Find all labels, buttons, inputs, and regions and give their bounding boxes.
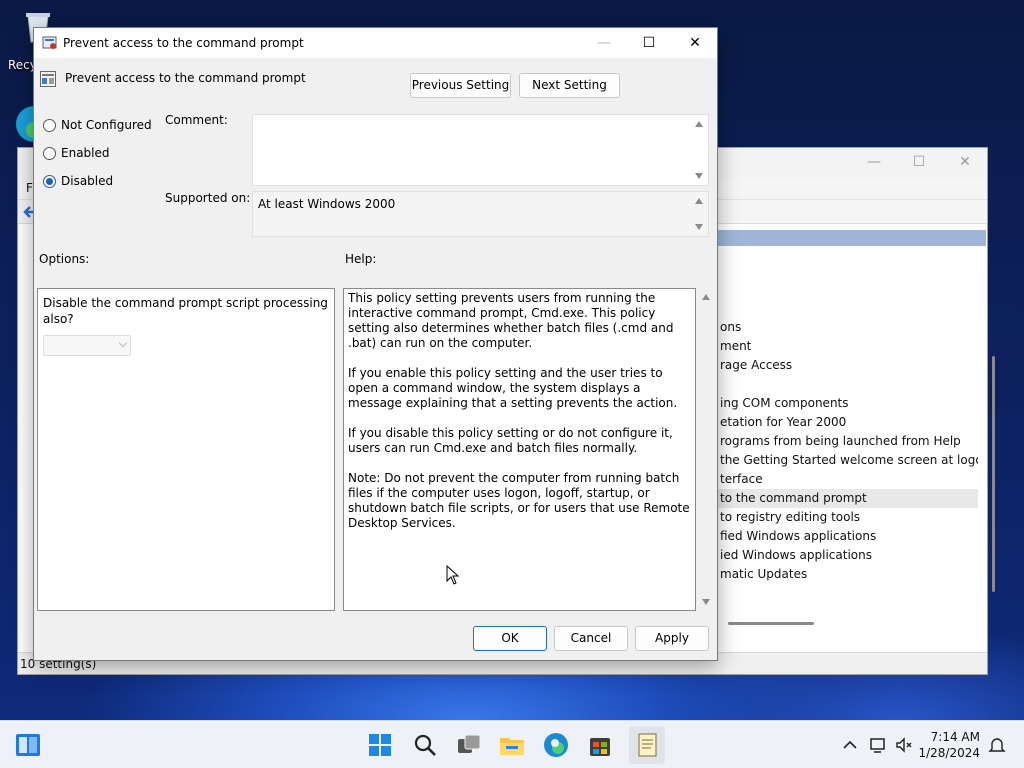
cancel-button[interactable]: Cancel	[554, 626, 628, 651]
help-paragraph: Note: Do not prevent the computer from r…	[348, 471, 690, 530]
comment-scrollbar[interactable]	[691, 115, 708, 185]
dialog-title-bar: Prevent access to the command prompt — ☐…	[34, 28, 717, 58]
apply-button[interactable]: Apply	[635, 626, 709, 651]
list-item[interactable]: to registry editing tools	[718, 508, 978, 527]
script-processing-dropdown[interactable]	[43, 335, 131, 356]
help-paragraph: This policy setting prevents users from …	[348, 291, 674, 350]
help-paragraph: If you enable this policy setting and th…	[348, 366, 678, 410]
radio-label: Disabled	[61, 174, 114, 188]
options-panel: Disable the command prompt script proces…	[37, 288, 335, 611]
radio-circle-selected[interactable]	[43, 174, 56, 188]
vertical-scrollbar[interactable]	[992, 356, 995, 592]
task-view-icon[interactable]	[455, 731, 483, 759]
chevron-down-icon	[118, 338, 128, 348]
mouse-cursor-icon	[446, 565, 460, 585]
radio-label: Not Configured	[61, 118, 152, 132]
menu-file[interactable]: F	[26, 181, 33, 195]
list-item[interactable]	[718, 375, 978, 394]
clock-time: 7:14 AM	[930, 730, 980, 744]
notifications-icon[interactable]	[987, 735, 1007, 755]
minimize-button[interactable]: —	[589, 33, 619, 53]
close-button[interactable]: ✕	[680, 33, 710, 53]
radio-disabled[interactable]: Disabled	[43, 172, 113, 190]
setting-title: Prevent access to the command prompt	[65, 71, 306, 85]
help-text: This policy setting prevents users from …	[348, 291, 692, 546]
scroll-up-icon[interactable]	[695, 121, 703, 127]
list-item[interactable]: terface	[718, 470, 978, 489]
selected-category-header	[718, 230, 986, 246]
settings-list: ons ment rage Access ing COM components …	[718, 318, 978, 584]
scroll-down-icon[interactable]	[695, 173, 703, 179]
minimize-button[interactable]: —	[864, 154, 884, 172]
maximize-button[interactable]: ☐	[909, 154, 929, 172]
list-item[interactable]: matic Updates	[718, 565, 978, 584]
file-explorer-icon[interactable]	[498, 731, 526, 759]
maximize-button[interactable]: ☐	[634, 33, 664, 53]
volume-muted-icon[interactable]	[894, 735, 914, 755]
radio-circle[interactable]	[43, 118, 56, 132]
list-item[interactable]: ment	[718, 337, 978, 356]
list-item[interactable]: the Getting Started welcome screen at lo…	[718, 451, 978, 470]
scroll-up-icon[interactable]	[695, 198, 703, 204]
scroll-down-icon[interactable]	[695, 224, 703, 230]
radio-not-configured[interactable]: Not Configured	[43, 116, 152, 134]
help-label: Help:	[345, 252, 377, 266]
previous-setting-button[interactable]: Previous Setting	[410, 73, 511, 98]
help-paragraph: If you disable this policy setting or do…	[348, 426, 673, 455]
comment-label: Comment:	[165, 113, 228, 127]
comment-field[interactable]	[252, 114, 709, 186]
list-item-selected[interactable]: to the command prompt	[718, 489, 978, 508]
help-scrollbar[interactable]	[698, 288, 715, 611]
widgets-icon[interactable]	[14, 731, 42, 759]
ok-button[interactable]: OK	[473, 626, 547, 651]
notepad-icon[interactable]	[633, 731, 661, 759]
supported-scrollbar[interactable]	[691, 192, 708, 236]
clock-date: 1/28/2024	[918, 746, 980, 760]
options-label: Options:	[39, 252, 90, 266]
list-item[interactable]: rage Access	[718, 356, 978, 375]
list-item[interactable]: ons	[718, 318, 978, 337]
policy-setting-dialog: Prevent access to the command prompt — ☐…	[33, 27, 718, 661]
dialog-title: Prevent access to the command prompt	[63, 36, 304, 50]
supported-on-label: Supported on:	[165, 191, 251, 205]
taskbar: 7:14 AM 1/28/2024	[0, 720, 1024, 768]
list-item[interactable]: ied Windows applications	[718, 546, 978, 565]
radio-circle[interactable]	[43, 146, 56, 160]
list-item[interactable]: etation for Year 2000	[718, 413, 978, 432]
help-panel: This policy setting prevents users from …	[343, 288, 696, 611]
list-item[interactable]: fied Windows applications	[718, 527, 978, 546]
radio-enabled[interactable]: Enabled	[43, 144, 110, 162]
list-item[interactable]: ing COM components	[718, 394, 978, 413]
supported-on-field: At least Windows 2000	[252, 191, 709, 237]
policy-icon	[42, 36, 57, 49]
scroll-down-icon[interactable]	[702, 599, 710, 605]
radio-label: Enabled	[61, 146, 110, 160]
horizontal-scrollbar[interactable]	[728, 622, 814, 625]
chevron-up-icon[interactable]	[840, 735, 860, 755]
close-button[interactable]: ✕	[955, 154, 975, 172]
network-icon[interactable]	[868, 735, 888, 755]
setting-icon	[40, 71, 56, 87]
scroll-up-icon[interactable]	[702, 294, 710, 300]
next-setting-button[interactable]: Next Setting	[519, 73, 620, 98]
start-icon[interactable]	[366, 731, 394, 759]
search-icon[interactable]	[411, 731, 439, 759]
supported-on-value: At least Windows 2000	[258, 197, 396, 211]
store-icon[interactable]	[586, 731, 614, 759]
edge-icon[interactable]	[542, 731, 570, 759]
system-clock[interactable]: 7:14 AM 1/28/2024	[918, 729, 980, 761]
options-text: Disable the command prompt script proces…	[43, 296, 328, 326]
list-item[interactable]: rograms from being launched from Help	[718, 432, 978, 451]
